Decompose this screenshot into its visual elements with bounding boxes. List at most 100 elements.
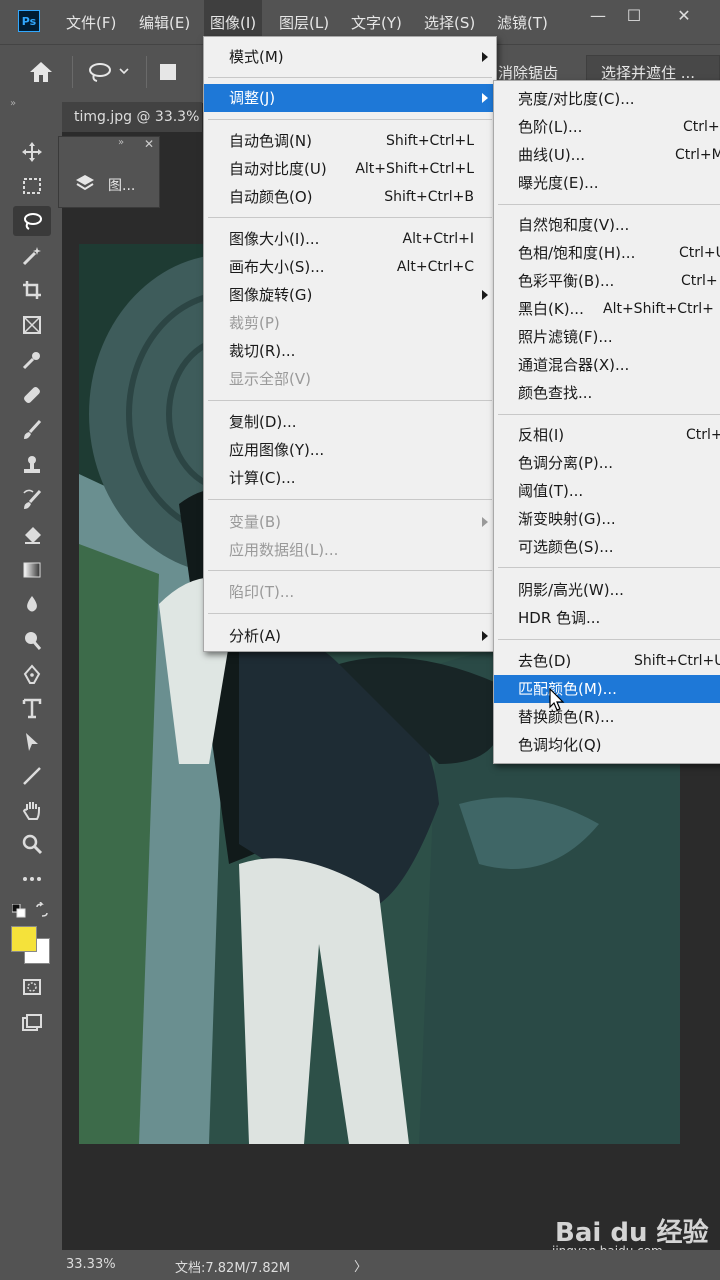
submenu-item-brightness-contrast[interactable]: 亮度/对比度(C)... [494,85,720,113]
menu-item-apply-data-set: 应用数据组(L)... [229,541,339,559]
maximize-button[interactable]: ☐ [614,4,654,28]
zoom-tool-icon[interactable] [13,829,51,859]
default-colors-icon[interactable] [11,903,26,922]
submenu-item-curves[interactable]: 曲线(U)... Ctrl+M [494,141,720,169]
eraser-tool-icon[interactable] [13,520,51,550]
panel-collapse-icon[interactable]: » [118,137,124,148]
collapse-arrows-icon[interactable]: » [10,98,16,109]
submenu-item-vibrance[interactable]: 自然饱和度(V)... [494,211,720,239]
menu-item-auto-contrast[interactable]: 自动对比度(U) Alt+Shift+Ctrl+L [204,155,496,183]
zoom-level[interactable]: 33.33% [66,1257,116,1272]
submenu-arrow-icon [482,290,488,300]
menu-item-calculations[interactable]: 计算(C)... [204,464,496,492]
adjustments-submenu: 亮度/对比度(C)... 色阶(L)... Ctrl+ 曲线(U)... Ctrl+… [493,80,720,764]
menu-item-reveal-all: 显示全部(V) [229,370,311,388]
home-icon[interactable] [28,60,54,88]
marquee-tool-icon[interactable] [13,171,51,201]
submenu-item-match-color[interactable]: 匹配颜色(M)... [494,675,720,703]
menu-item-analysis[interactable]: 分析(A) [204,622,496,650]
menu-separator [208,217,492,218]
screen-mode-icon[interactable] [13,1008,51,1038]
type-tool-icon[interactable] [13,693,51,723]
brush-tool-icon[interactable] [13,415,51,445]
clone-stamp-tool-icon[interactable] [13,450,51,480]
menu-filter[interactable]: 滤镜(T) [497,0,548,44]
panel-label[interactable]: 图... [108,175,135,195]
image-menu: 模式(M) 调整(J) 自动色调(N) Shift+Ctrl+L 自动对比度(U)… [203,36,497,652]
dodge-tool-icon[interactable] [13,625,51,655]
options-separator [72,56,73,88]
menu-separator [498,567,720,568]
pen-tool-icon[interactable] [13,660,51,690]
panel-close-icon[interactable]: ✕ [144,137,154,151]
menu-item-adjustments[interactable]: 调整(J) [204,84,496,112]
submenu-arrow-icon [482,52,488,62]
menu-item-apply-image[interactable]: 应用图像(Y)... [204,436,496,464]
submenu-item-replace-color[interactable]: 替换颜色(R)... [494,703,720,731]
submenu-item-black-white[interactable]: 黑白(K)... Alt+Shift+Ctrl+ [494,295,720,323]
submenu-item-shadows-highlights[interactable]: 阴影/高光(W)... [494,576,720,604]
menu-item-crop: 裁剪(P) [229,314,280,332]
eyedropper-tool-icon[interactable] [13,345,51,375]
menu-item-image-size[interactable]: 图像大小(I)... Alt+Ctrl+I [204,225,496,253]
submenu-item-photo-filter[interactable]: 照片滤镜(F)... [494,323,720,351]
submenu-item-color-balance[interactable]: 色彩平衡(B)... Ctrl+ [494,267,720,295]
submenu-item-channel-mixer[interactable]: 通道混合器(X)... [494,351,720,379]
menu-item-duplicate[interactable]: 复制(D)... [204,408,496,436]
menu-separator [208,613,492,614]
menu-separator [208,400,492,401]
gradient-tool-icon[interactable] [13,555,51,585]
line-tool-icon[interactable] [13,761,51,791]
move-tool-icon[interactable] [13,137,51,167]
minimize-button[interactable]: — [578,4,618,28]
more-tools-icon[interactable] [13,864,51,894]
status-chevron-icon[interactable]: 〉 [354,1256,367,1275]
menu-item-auto-color[interactable]: 自动颜色(O) Shift+Ctrl+B [204,183,496,211]
menu-item-mode[interactable]: 模式(M) [204,43,496,71]
menu-item-canvas-size[interactable]: 画布大小(S)... Alt+Ctrl+C [204,253,496,281]
submenu-item-hue-saturation[interactable]: 色相/饱和度(H)...Ctrl+U [494,239,720,267]
menu-edit[interactable]: 编辑(E) [139,0,190,44]
magic-wand-tool-icon[interactable] [13,241,51,271]
submenu-item-threshold[interactable]: 阈值(T)... [494,477,720,505]
frame-tool-icon[interactable] [13,310,51,340]
menu-item-trim[interactable]: 裁切(R)... [204,337,496,365]
submenu-arrow-icon [482,631,488,641]
mouse-cursor-icon [549,687,565,716]
options-separator [146,56,147,88]
menu-item-auto-tone[interactable]: 自动色调(N) Shift+Ctrl+L [204,127,496,155]
healing-brush-tool-icon[interactable] [13,380,51,410]
submenu-item-exposure[interactable]: 曝光度(E)... [494,169,720,197]
submenu-item-levels[interactable]: 色阶(L)... Ctrl+ [494,113,720,141]
menu-separator [208,77,492,78]
submenu-item-hdr-toning[interactable]: HDR 色调... [494,604,720,632]
hand-tool-icon[interactable] [13,795,51,825]
submenu-item-equalize[interactable]: 色调均化(Q) [494,731,720,759]
new-selection-icon[interactable] [160,64,176,80]
lasso-tool-icon[interactable] [13,206,51,236]
menu-file[interactable]: 文件(F) [66,0,116,44]
submenu-item-color-lookup[interactable]: 颜色查找... [494,379,720,407]
menu-separator [498,204,720,205]
menu-item-image-rotation[interactable]: 图像旋转(G) [204,281,496,309]
menu-separator [498,639,720,640]
history-brush-tool-icon[interactable] [13,485,51,515]
lasso-preset-icon[interactable] [86,60,134,88]
close-window-button[interactable]: ✕ [664,4,704,28]
crop-tool-icon[interactable] [13,275,51,305]
submenu-item-gradient-map[interactable]: 渐变映射(G)... [494,505,720,533]
blur-tool-icon[interactable] [13,590,51,620]
layers-icon[interactable] [74,172,96,198]
submenu-item-selective-color[interactable]: 可选颜色(S)... [494,533,720,561]
quick-mask-icon[interactable] [13,972,51,1002]
swap-colors-icon[interactable] [34,901,50,922]
menu-separator [208,570,492,571]
document-tab-title[interactable]: timg.jpg @ 33.3% [74,102,199,132]
path-selection-tool-icon[interactable] [13,727,51,757]
foreground-color-swatch[interactable] [11,926,37,952]
photoshop-logo: Ps [18,10,40,32]
submenu-arrow-icon [482,517,488,527]
submenu-item-invert[interactable]: 反相(I) Ctrl+ [494,421,720,449]
submenu-item-desaturate[interactable]: 去色(D) Shift+Ctrl+U [494,647,720,675]
submenu-item-posterize[interactable]: 色调分离(P)... [494,449,720,477]
